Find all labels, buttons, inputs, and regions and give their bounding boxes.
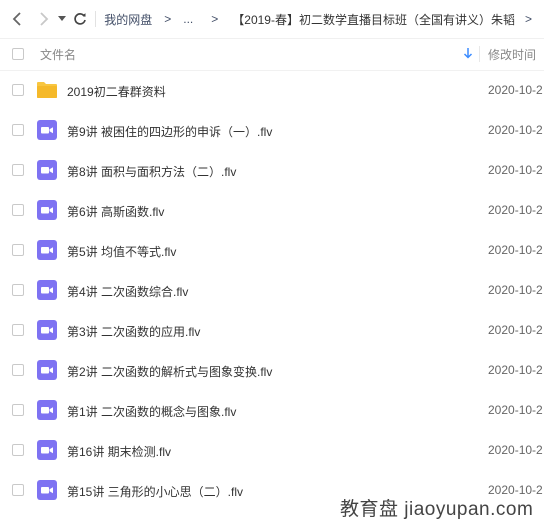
modified-time: 2020-10-2 bbox=[488, 403, 543, 417]
breadcrumb-separator: > bbox=[524, 12, 532, 26]
row-checkbox[interactable] bbox=[12, 364, 24, 376]
chevron-right-icon bbox=[40, 12, 49, 26]
file-row[interactable]: 第6讲 高斯函数.flv 2020-10-2 bbox=[0, 190, 544, 230]
modified-time: 2020-10-2 bbox=[488, 123, 543, 137]
toolbar-divider bbox=[95, 11, 97, 27]
file-name[interactable]: 第1讲 二次函数的概念与图象.flv bbox=[67, 403, 236, 420]
video-file-icon bbox=[37, 240, 57, 260]
file-row[interactable]: 第16讲 期末检测.flv 2020-10-2 bbox=[0, 430, 544, 470]
file-row[interactable]: 第5讲 均值不等式.flv 2020-10-2 bbox=[0, 230, 544, 270]
modified-time: 2020-10-2 bbox=[488, 363, 543, 377]
row-checkbox[interactable] bbox=[12, 284, 24, 296]
header-modified-time[interactable]: 修改时间 bbox=[488, 46, 536, 63]
breadcrumb-separator: > bbox=[211, 12, 219, 26]
row-checkbox[interactable] bbox=[12, 484, 24, 496]
refresh-button[interactable] bbox=[71, 7, 90, 31]
history-dropdown[interactable] bbox=[56, 7, 69, 31]
modified-time: 2020-10-2 bbox=[488, 243, 543, 257]
file-name[interactable]: 第9讲 被困住的四边形的申诉（一）.flv bbox=[67, 123, 272, 140]
video-file-icon bbox=[37, 200, 57, 220]
folder-icon bbox=[37, 80, 57, 100]
file-row[interactable]: 第8讲 面积与面积方法（二）.flv 2020-10-2 bbox=[0, 150, 544, 190]
file-name[interactable]: 第3讲 二次函数的应用.flv bbox=[67, 323, 200, 340]
toolbar: 我的网盘 > ... > 【2019-春】初二数学直播目标班（全国有讲义）朱韬 … bbox=[0, 0, 544, 39]
file-row[interactable]: 第3讲 二次函数的应用.flv 2020-10-2 bbox=[0, 310, 544, 350]
header-name[interactable]: 文件名 bbox=[40, 46, 76, 63]
file-row[interactable]: 第4讲 二次函数综合.flv 2020-10-2 bbox=[0, 270, 544, 310]
video-file-icon bbox=[37, 160, 57, 180]
row-checkbox[interactable] bbox=[12, 204, 24, 216]
breadcrumb-ellipsis[interactable]: ... bbox=[183, 12, 193, 26]
file-row[interactable]: 2019初二春群资料 2020-10-2 bbox=[0, 70, 544, 110]
video-file-icon bbox=[37, 360, 57, 380]
row-checkbox[interactable] bbox=[12, 324, 24, 336]
breadcrumb-root[interactable]: 我的网盘 bbox=[104, 11, 152, 28]
breadcrumb-separator: > bbox=[164, 12, 172, 26]
file-name[interactable]: 第2讲 二次函数的解析式与图象变换.flv bbox=[67, 363, 272, 380]
modified-time: 2020-10-2 bbox=[488, 323, 543, 337]
modified-time: 2020-10-2 bbox=[488, 443, 543, 457]
forward-button[interactable] bbox=[35, 7, 54, 31]
file-row[interactable]: 第2讲 二次函数的解析式与图象变换.flv 2020-10-2 bbox=[0, 350, 544, 390]
file-row[interactable]: 第9讲 被困住的四边形的申诉（一）.flv 2020-10-2 bbox=[0, 110, 544, 150]
chevron-left-icon bbox=[13, 12, 22, 26]
arrow-down-icon[interactable] bbox=[463, 47, 473, 62]
modified-time: 2020-10-2 bbox=[488, 203, 543, 217]
modified-time: 2020-10-2 bbox=[488, 83, 543, 97]
file-list-header: 文件名 修改时间 bbox=[0, 38, 544, 71]
video-file-icon bbox=[37, 320, 57, 340]
row-checkbox[interactable] bbox=[12, 124, 24, 136]
row-checkbox[interactable] bbox=[12, 244, 24, 256]
row-checkbox[interactable] bbox=[12, 444, 24, 456]
video-file-icon bbox=[37, 120, 57, 140]
file-name[interactable]: 第5讲 均值不等式.flv bbox=[67, 243, 176, 260]
file-name[interactable]: 第16讲 期末检测.flv bbox=[67, 443, 171, 460]
row-checkbox[interactable] bbox=[12, 164, 24, 176]
column-divider[interactable] bbox=[479, 46, 480, 62]
watermark: 教育盘 jiaoyupan.com bbox=[340, 499, 534, 520]
video-file-icon bbox=[37, 400, 57, 420]
select-all-checkbox[interactable] bbox=[12, 48, 24, 60]
modified-time: 2020-10-2 bbox=[488, 283, 543, 297]
video-file-icon bbox=[37, 280, 57, 300]
file-name[interactable]: 第4讲 二次函数综合.flv bbox=[67, 283, 188, 300]
file-name[interactable]: 第8讲 面积与面积方法（二）.flv bbox=[67, 163, 236, 180]
caret-down-icon bbox=[58, 16, 67, 21]
modified-time: 2020-10-2 bbox=[488, 163, 543, 177]
file-name[interactable]: 第15讲 三角形的小心思（二）.flv bbox=[67, 483, 243, 500]
video-file-icon bbox=[37, 480, 57, 500]
video-file-icon bbox=[37, 440, 57, 460]
file-name[interactable]: 2019初二春群资料 bbox=[67, 83, 166, 100]
refresh-icon bbox=[74, 13, 86, 25]
back-button[interactable] bbox=[8, 7, 27, 31]
file-row[interactable]: 第1讲 二次函数的概念与图象.flv 2020-10-2 bbox=[0, 390, 544, 430]
breadcrumb-current: 【2019-春】初二数学直播目标班（全国有讲义）朱韬 bbox=[232, 12, 515, 27]
row-checkbox[interactable] bbox=[12, 404, 24, 416]
row-checkbox[interactable] bbox=[12, 84, 24, 96]
file-name[interactable]: 第6讲 高斯函数.flv bbox=[67, 203, 164, 220]
